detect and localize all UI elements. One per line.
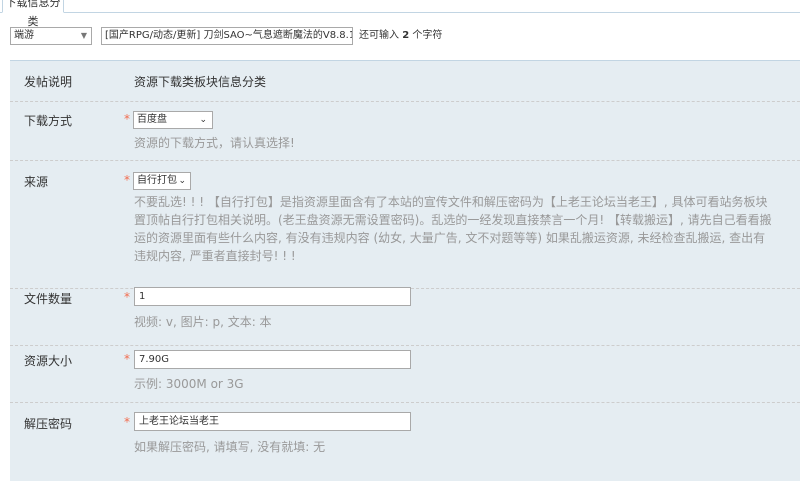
download-method-select[interactable]: 百度盘 ⌄ (133, 111, 213, 129)
resource-size-input[interactable]: 7.90G (134, 350, 411, 369)
title-input[interactable]: [国产RPG/动态/更新] 刀剑SAO~气息遮断魔法的V8.8.1 官 (101, 27, 353, 45)
form-panel: 发帖说明 资源下载类板块信息分类 下载方式 * 百度盘 ⌄ 资源的下载方式，请认真… (10, 60, 800, 481)
intro-label: 发帖说明 (24, 75, 73, 89)
download-method-value: 百度盘 (137, 114, 167, 125)
required-marker: * (124, 173, 130, 187)
form-row-source: 来源 * 自行打包 ⌄ 不要乱选! ! ! 【自行打包】是指资源里面含有了本站的宣… (10, 161, 800, 289)
file-count-help: 视频: v, 图片: p, 文本: 本 (134, 315, 272, 329)
source-line: 违规内容, 严重者直接封号! ! ! (134, 249, 296, 263)
type-select-value: 端游 (14, 30, 34, 41)
source-line: 不要乱选! ! ! 【自行打包】是指资源里面含有了本站的宣传文件和解压密码为【上… (134, 195, 768, 209)
file-count-input[interactable]: 1 (134, 287, 411, 306)
required-marker: * (124, 352, 130, 366)
remaining-char-count: 2 (402, 30, 410, 41)
tab-download-info[interactable]: 下载信息分类 (2, 0, 64, 28)
form-row-resource-size: 资源大小 * 7.90G 示例: 3000M or 3G (10, 346, 800, 403)
password-input[interactable]: 上老王论坛当老王 (134, 412, 411, 431)
form-row-intro: 发帖说明 资源下载类板块信息分类 (10, 61, 800, 102)
chevron-down-icon: ⌄ (199, 115, 207, 125)
resource-size-help: 示例: 3000M or 3G (134, 377, 244, 391)
tab-bar: 下载信息分类 (0, 0, 800, 28)
form-row-file-count: 文件数量 * 1 视频: v, 图片: p, 文本: 本 (10, 287, 800, 346)
source-description: 不要乱选! ! ! 【自行打包】是指资源里面含有了本站的宣传文件和解压密码为【上… (134, 193, 800, 265)
resource-size-label: 资源大小 (24, 354, 73, 368)
chevron-down-icon: ⌄ (178, 176, 186, 186)
type-select[interactable]: 端游 ▼ (10, 27, 92, 45)
required-marker: * (124, 290, 130, 304)
intro-value: 资源下载类板块信息分类 (134, 75, 267, 89)
source-line: 置顶帖自行打包相关说明。(老王盘资源无需设置密码)。乱选的一经发现直接禁言一个月… (134, 213, 772, 227)
chevron-down-icon: ▼ (80, 31, 87, 40)
form-row-download-method: 下载方式 * 百度盘 ⌄ 资源的下载方式，请认真选择! (10, 102, 800, 161)
password-help: 如果解压密码, 请填写, 没有就填: 无 (134, 440, 326, 454)
source-label: 来源 (24, 175, 49, 189)
required-marker: * (124, 112, 130, 126)
source-select[interactable]: 自行打包 ⌄ (133, 172, 191, 190)
download-method-label: 下载方式 (24, 114, 73, 128)
password-label: 解压密码 (24, 417, 73, 431)
file-count-label: 文件数量 (24, 292, 73, 306)
download-method-help: 资源的下载方式，请认真选择! (134, 136, 295, 150)
title-char-hint: 还可输入 2 个字符 (359, 30, 443, 41)
form-row-password: 解压密码 * 上老王论坛当老王 如果解压密码, 请填写, 没有就填: 无 (10, 403, 800, 463)
required-marker: * (124, 415, 130, 429)
source-value: 自行打包 (137, 175, 177, 186)
source-line: 运的资源里面有些什么内容, 有没有违规内容 (幼女, 大量广告, 文不对题等等)… (134, 231, 766, 245)
